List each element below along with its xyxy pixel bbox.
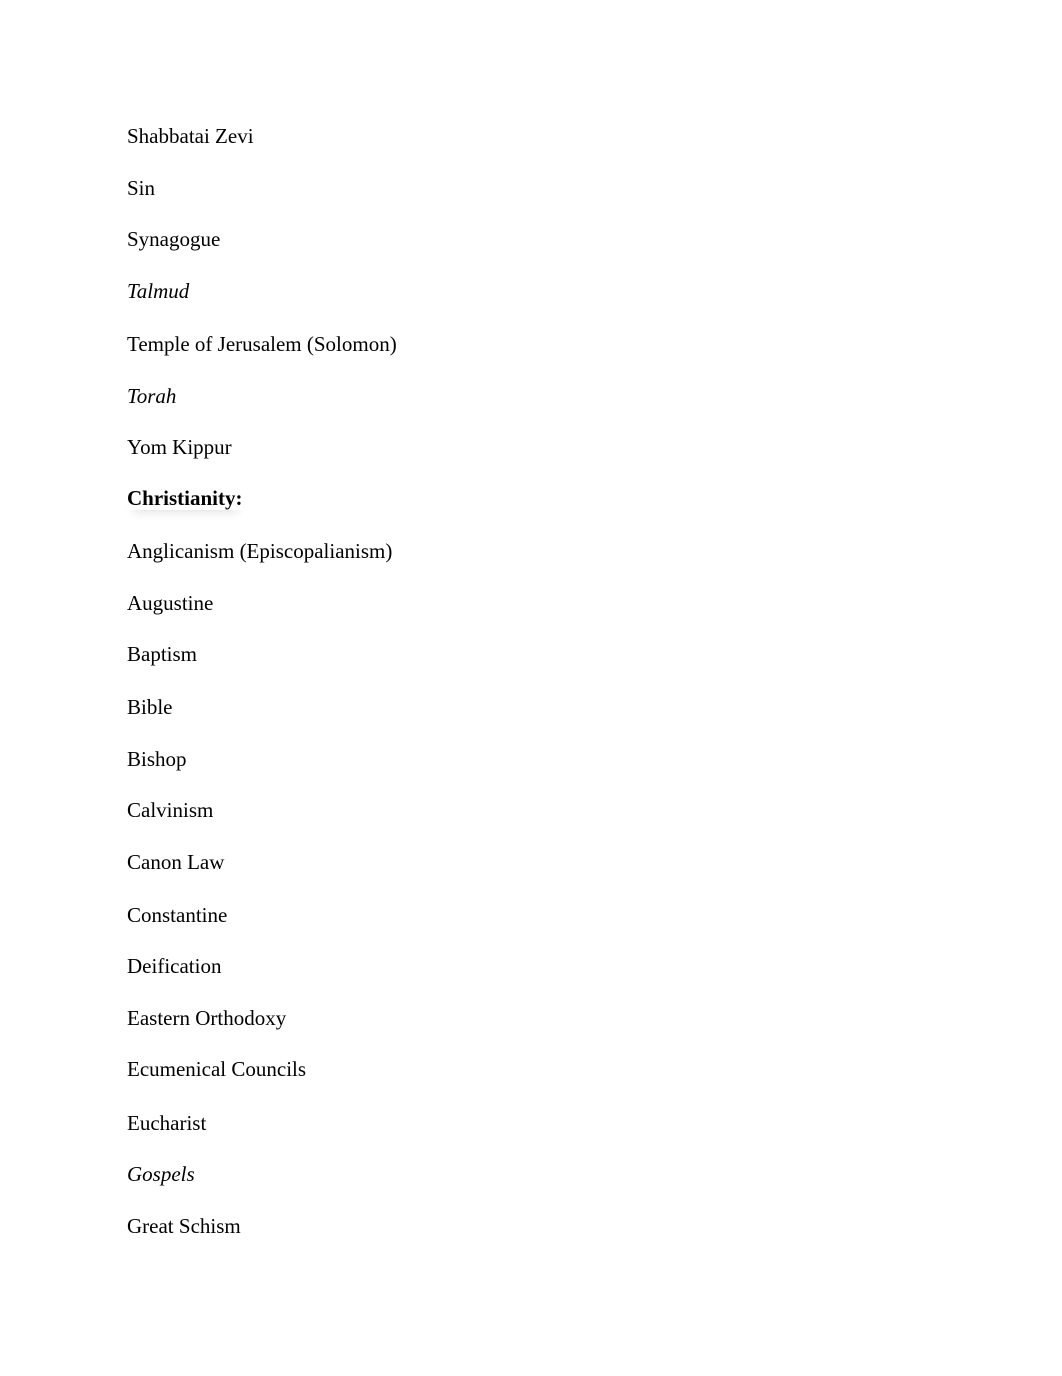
- term-talmud: Talmud: [127, 279, 190, 303]
- term-canon-law: Canon Law: [127, 850, 225, 874]
- term-ecumenical-councils: Ecumenical Councils: [127, 1057, 307, 1081]
- term-baptism: Baptism: [127, 642, 198, 666]
- term-synagogue: Synagogue: [127, 227, 221, 251]
- term-calvinism: Calvinism: [127, 798, 214, 822]
- term-shabbatai-zevi: Shabbatai Zevi: [127, 124, 254, 148]
- term-sin: Sin: [127, 176, 156, 200]
- term-eastern-orthodoxy: Eastern Orthodoxy: [127, 1006, 287, 1030]
- term-torah: Torah: [127, 384, 177, 408]
- document-page: Shabbatai Zevi Sin Synagogue Talmud Temp…: [0, 0, 1062, 1376]
- term-bible: Bible: [127, 695, 173, 719]
- term-anglicanism: Anglicanism (Episcopalianism): [127, 539, 393, 563]
- term-gospels: Gospels: [127, 1162, 195, 1186]
- term-constantine: Constantine: [127, 903, 228, 927]
- term-yom-kippur: Yom Kippur: [127, 435, 232, 459]
- term-deification: Deification: [127, 954, 222, 978]
- term-augustine: Augustine: [127, 591, 214, 615]
- term-temple-of-jerusalem: Temple of Jerusalem (Solomon): [127, 332, 397, 356]
- section-heading-christianity: Christianity:: [127, 486, 243, 510]
- term-bishop: Bishop: [127, 747, 187, 771]
- term-great-schism: Great Schism: [127, 1214, 241, 1238]
- term-eucharist: Eucharist: [127, 1111, 207, 1135]
